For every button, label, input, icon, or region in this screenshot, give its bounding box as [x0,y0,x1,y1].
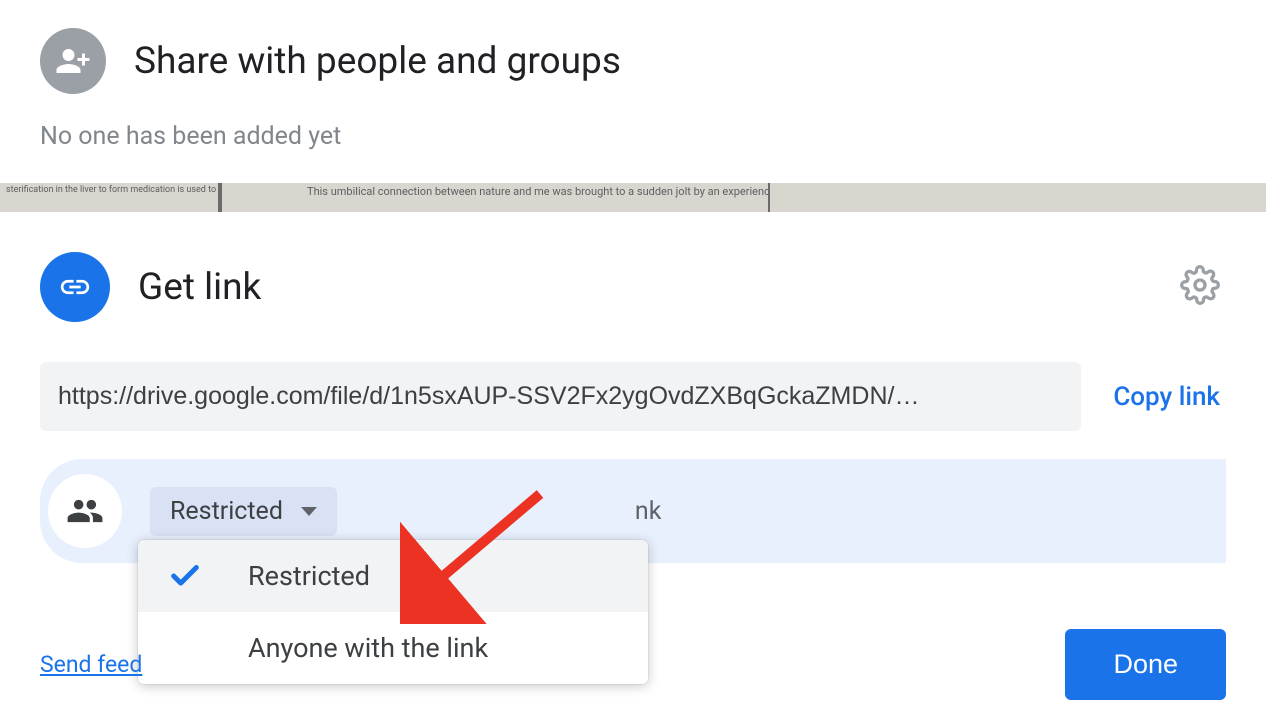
background-document-strip: sterification in the liver to form medic… [0,183,1266,212]
bg-text-mid: This umbilical connection between nature… [222,183,768,212]
send-feedback-link[interactable]: Send feed [40,651,142,678]
get-link-title: Get link [138,266,1152,309]
link-icon [40,252,110,322]
bg-image-right [770,183,1266,212]
share-title: Share with people and groups [134,40,621,83]
link-row: https://drive.google.com/file/d/1n5sxAUP… [40,362,1226,431]
access-dropdown-button[interactable]: Restricted [150,487,337,536]
done-button[interactable]: Done [1065,629,1226,700]
obscured-text: nk [635,497,661,526]
caret-down-icon [301,507,317,516]
share-panel: Share with people and groups No one has … [0,0,1266,171]
access-dropdown-label: Restricted [170,497,283,526]
check-icon [168,559,218,593]
dropdown-option-restricted[interactable]: Restricted [138,540,648,612]
dropdown-option-label: Restricted [248,560,370,592]
copy-link-button[interactable]: Copy link [1113,382,1226,412]
person-add-icon [40,28,106,94]
share-header: Share with people and groups [40,28,1226,94]
footer: Send feed Done [40,629,1226,700]
get-link-panel: Get link https://drive.google.com/file/d… [0,212,1266,563]
get-link-header: Get link [40,252,1226,322]
share-url-box[interactable]: https://drive.google.com/file/d/1n5sxAUP… [40,362,1081,431]
bg-text-left: sterification in the liver to form medic… [0,183,218,212]
settings-icon[interactable] [1180,265,1220,309]
people-icon [48,474,122,548]
no-one-added-text: No one has been added yet [40,122,1226,151]
